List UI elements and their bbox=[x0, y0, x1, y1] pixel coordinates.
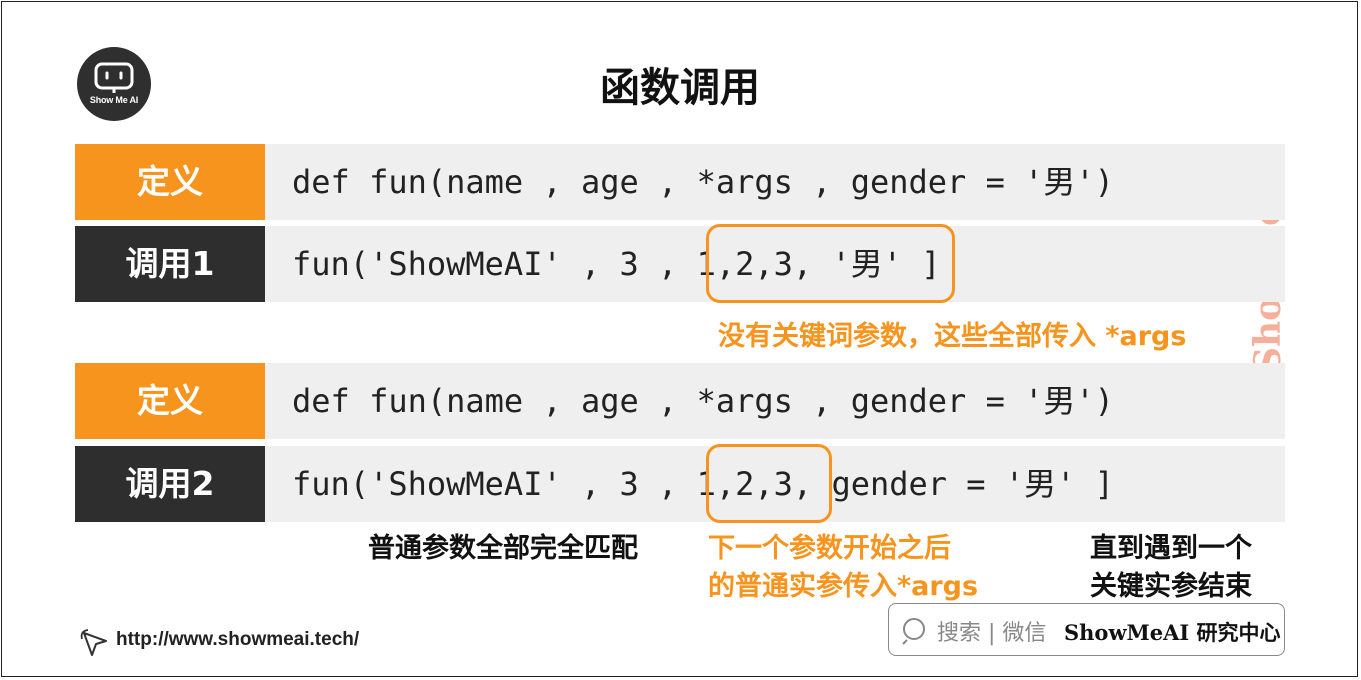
after-first-note-line1: 下一个参数开始之后 bbox=[708, 533, 951, 564]
footer-url-text[interactable]: http://www.showmeai.tech/ bbox=[116, 629, 359, 651]
call1-note: 没有关键词参数，这些全部传入 *args bbox=[718, 321, 1187, 352]
robot-icon bbox=[94, 62, 134, 93]
logo-text: Show Me AI bbox=[89, 95, 139, 105]
call-row-1: 调用1 fun('ShowMeAI' , 3 , 1,2,3, '男' ] bbox=[75, 226, 1285, 302]
args-highlight-box-1 bbox=[706, 224, 955, 303]
search-hint: 搜索 | 微信 bbox=[937, 621, 1047, 646]
until-note-line2: 关键实参结束 bbox=[1090, 571, 1252, 602]
search-icon bbox=[902, 618, 925, 645]
definition-label-1: 定义 bbox=[75, 144, 265, 220]
positional-match-note: 普通参数全部完全匹配 bbox=[368, 533, 638, 564]
definition-label-2: 定义 bbox=[75, 363, 265, 439]
showmeai-logo: Show Me AI bbox=[77, 47, 151, 121]
page-title: 函数调用 bbox=[600, 65, 760, 111]
args-highlight-box-2 bbox=[706, 444, 832, 523]
call-code-2: fun('ShowMeAI' , 3 , 1,2,3, gender = '男'… bbox=[292, 465, 1114, 503]
after-first-note-line2: 的普通实参传入*args bbox=[708, 571, 979, 602]
call-label-2: 调用2 bbox=[75, 446, 265, 522]
call-label-1: 调用1 bbox=[75, 226, 265, 302]
definition-row-2: 定义 def fun(name , age , *args , gender =… bbox=[75, 363, 1285, 439]
wechat-search-box[interactable]: 搜索 | 微信 ShowMeAI 研究中心 bbox=[888, 603, 1285, 656]
cursor-click-icon bbox=[80, 629, 107, 656]
call-row-2: 调用2 fun('ShowMeAI' , 3 , 1,2,3, gender =… bbox=[75, 446, 1285, 522]
definition-code-2: def fun(name , age , *args , gender = '男… bbox=[292, 382, 1114, 420]
until-note-line1: 直到遇到一个 bbox=[1090, 533, 1252, 564]
definition-row-1: 定义 def fun(name , age , *args , gender =… bbox=[75, 144, 1285, 220]
brand-name: ShowMeAI 研究中心 bbox=[1064, 620, 1281, 645]
definition-code-1: def fun(name , age , *args , gender = '男… bbox=[292, 163, 1114, 201]
